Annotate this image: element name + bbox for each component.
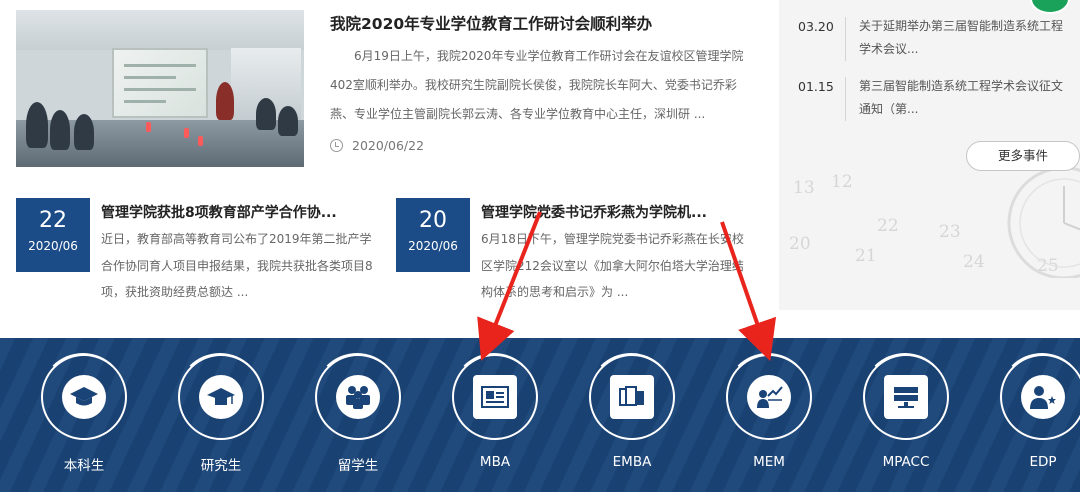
- news-day: 20: [419, 208, 447, 233]
- nav-label: 留学生: [337, 458, 379, 474]
- person-stars-icon: [1021, 375, 1065, 419]
- documents-icon: [610, 375, 654, 419]
- news-summary: 6月18日下午，管理学院党委书记乔彩燕在长安校区学院212会议室以《加拿大阿尔伯…: [481, 232, 744, 299]
- nav-item-mba[interactable]: MBA: [439, 338, 559, 492]
- news-item[interactable]: 22 2020/06 管理学院获批8项教育部产学合作协... 近日，教育部高等教…: [16, 198, 376, 308]
- news-summary: 近日，教育部高等教育司公布了2019年第二批产学合作协同育人项目申报结果，我院共…: [101, 232, 373, 299]
- nav-label: 本科生: [63, 458, 105, 474]
- nav-item-mpacc[interactable]: MPACC: [850, 338, 970, 492]
- people-group-icon: [336, 375, 380, 419]
- nav-label: MBA: [479, 454, 511, 470]
- more-events-button[interactable]: 更多事件: [966, 141, 1080, 171]
- nav-label: EDP: [1029, 454, 1057, 470]
- news-title[interactable]: 管理学院获批8项教育部产学合作协...: [101, 202, 337, 222]
- id-card-icon: [473, 375, 517, 419]
- program-nav-band: 本科生 研究生 留学生 MBA EMBA MEM MPACC EDP: [0, 338, 1080, 492]
- presenter-chart-icon: [747, 375, 791, 419]
- nav-item-undergraduate[interactable]: 本科生: [28, 338, 148, 492]
- event-date: 01.15: [798, 79, 834, 94]
- nav-item-emba[interactable]: EMBA: [576, 338, 696, 492]
- news-item[interactable]: 20 2020/06 管理学院党委书记乔彩燕为学院机... 6月18日下午，管理…: [396, 198, 756, 308]
- featured-news-title[interactable]: 我院2020年专业学位教育工作研讨会顺利举办: [330, 12, 652, 34]
- news-date-badge: 20 2020/06: [396, 198, 470, 272]
- event-item[interactable]: 01.15 第三届智能制造系统工程学术会议征文通知（第...: [779, 65, 1080, 121]
- mortarboard-icon: [199, 375, 243, 419]
- news-year-month: 2020/06: [408, 239, 458, 253]
- featured-news-photo[interactable]: [16, 10, 304, 167]
- server-icon: [884, 375, 928, 419]
- graduation-cap-icon: [62, 375, 106, 419]
- event-title[interactable]: 第三届智能制造系统工程学术会议征文通知（第...: [859, 75, 1074, 121]
- nav-label: EMBA: [612, 454, 652, 470]
- news-year-month: 2020/06: [28, 239, 78, 253]
- event-item[interactable]: 03.20 关于延期举办第三届智能制造系统工程学术会议...: [779, 5, 1080, 61]
- featured-news-date-text: 2020/06/22: [352, 138, 425, 153]
- event-title[interactable]: 关于延期举办第三届智能制造系统工程学术会议...: [859, 15, 1074, 61]
- nav-item-international[interactable]: 留学生: [302, 338, 422, 492]
- clock-icon: [330, 139, 343, 152]
- featured-news-date: 2020/06/22: [330, 138, 424, 153]
- event-date: 03.20: [798, 19, 834, 34]
- news-date-badge: 22 2020/06: [16, 198, 90, 272]
- nav-label: MEM: [753, 454, 785, 470]
- featured-news-summary: 6月19日上午，我院2020年专业学位教育工作研讨会在友谊校区管理学院402室顺…: [330, 49, 744, 121]
- nav-item-graduate[interactable]: 研究生: [165, 338, 285, 492]
- nav-item-edp[interactable]: EDP: [987, 338, 1080, 492]
- nav-item-mem[interactable]: MEM: [713, 338, 833, 492]
- news-title[interactable]: 管理学院党委书记乔彩燕为学院机...: [481, 202, 707, 222]
- nav-label: 研究生: [200, 458, 242, 474]
- featured-news[interactable]: 我院2020年专业学位教育工作研讨会顺利举办 6月19日上午，我院2020年专业…: [16, 10, 756, 170]
- news-day: 22: [39, 208, 67, 233]
- nav-label: MPACC: [882, 454, 930, 470]
